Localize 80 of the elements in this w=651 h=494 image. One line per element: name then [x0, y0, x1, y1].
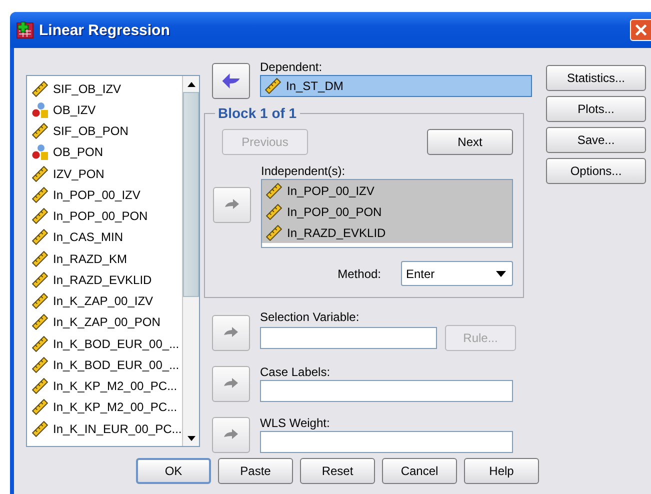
wls-weight-field[interactable]	[260, 431, 513, 453]
dropdown-caret-icon	[496, 270, 506, 276]
variable-name: IZV_PON	[53, 166, 104, 181]
nominal-variable-icon	[32, 102, 48, 118]
variable-name: In_RAZD_EVKLID	[53, 272, 152, 287]
arrow-icon	[223, 326, 239, 340]
variable-name: SIF_OB_PON	[53, 124, 128, 138]
dialog-button[interactable]: Reset	[300, 458, 375, 484]
variable-item[interactable]: In_K_IN_EUR_00_PC...	[27, 418, 182, 440]
move-button[interactable]	[212, 63, 250, 99]
variable-name: In_K_ZAP_00_IZV	[53, 294, 154, 308]
wls-weight-label: WLS Weight:	[260, 416, 331, 431]
variable-item[interactable]: In_K_ZAP_00_PON	[27, 312, 182, 333]
variable-item[interactable]: SIF_OB_IZV	[27, 78, 182, 100]
close-button[interactable]	[630, 19, 651, 41]
variable-item[interactable]: SIF_OB_PON	[27, 120, 182, 142]
app-icon	[16, 21, 34, 39]
variable-name: In_CAS_MIN	[53, 230, 124, 244]
variable-name: In_K_IN_EUR_00_PC...	[53, 422, 182, 436]
block-title: Block 1 of 1	[217, 105, 298, 121]
variable-name: In_K_KP_M2_00_PC...	[53, 379, 178, 394]
variable-name: In_K_KP_M2_00_PC...	[53, 400, 178, 414]
variable-item[interactable]: In_RAZD_EVKLID	[27, 269, 182, 290]
independents-label: Independent(s):	[261, 164, 346, 179]
variable-name: In_K_BOD_EUR_00_...	[53, 358, 180, 372]
nominal-variable-icon	[32, 144, 48, 160]
dialog-button[interactable]: Help	[464, 458, 539, 484]
dialog-button[interactable]: Paste	[218, 458, 293, 484]
case-labels-label: Case Labels:	[260, 365, 332, 380]
variable-name: In_RAZD_EVKLID	[287, 226, 386, 240]
variable-item[interactable]: In_POP_00_PON	[27, 206, 182, 227]
dependent-field[interactable]: In_ST_DM	[260, 75, 532, 97]
variable-name: In_POP_00_PON	[287, 204, 382, 218]
variable-item[interactable]: In_POP_00_PON	[262, 201, 512, 222]
method-label: Method:	[338, 266, 381, 280]
next-button[interactable]: Next	[427, 129, 513, 155]
window-title: Linear Regression	[39, 22, 171, 38]
dialog-button[interactable]: Plots...	[546, 96, 646, 122]
dialog-button[interactable]: Options...	[546, 158, 646, 184]
arrow-icon	[224, 198, 240, 212]
variable-name: In_ST_DM	[286, 79, 344, 93]
variable-item[interactable]: In_K_BOD_EUR_00_...	[27, 333, 182, 354]
selection-variable-field[interactable]	[260, 327, 437, 349]
arrow-icon	[223, 428, 239, 442]
dependent-label: Dependent:	[260, 60, 324, 75]
variable-item[interactable]: In_K_BOD_EUR_00_...	[27, 354, 182, 376]
scroll-down-icon	[186, 436, 196, 440]
close-icon	[635, 24, 647, 36]
variable-name: OB_IZV	[53, 102, 96, 117]
dialog-button[interactable]: Save...	[546, 127, 646, 153]
variable-name: In_K_BOD_EUR_00_...	[53, 336, 180, 351]
arrow-icon	[221, 72, 241, 90]
variable-item[interactable]: In_CAS_MIN	[27, 226, 182, 248]
dialog-button[interactable]: OK	[136, 458, 211, 484]
variable-item[interactable]: In_RAZD_KM	[27, 248, 182, 270]
variable-item[interactable]: In_POP_00_IZV	[27, 184, 182, 206]
variable-item[interactable]: OB_PON	[27, 142, 182, 163]
selection-variable-label: Selection Variable:	[260, 310, 360, 325]
variable-item[interactable]: IZV_PON	[27, 163, 182, 184]
variable-name: OB_PON	[53, 145, 104, 160]
variable-item[interactable]: In_K_KP_M2_00_PC...	[27, 376, 182, 397]
variable-item[interactable]: In_K_ZAP_00_IZV	[27, 290, 182, 312]
variable-item[interactable]: In_RAZD_EVKLID	[262, 222, 512, 243]
variable-name: In_POP_00_IZV	[287, 184, 374, 198]
case-labels-field[interactable]	[260, 380, 513, 402]
method-dropdown[interactable]: Enter	[401, 261, 513, 286]
variable-name: In_POP_00_IZV	[53, 188, 140, 202]
dialog-button[interactable]: Cancel	[382, 458, 457, 484]
arrow-icon	[223, 377, 239, 391]
scroll-up-icon	[186, 82, 196, 86]
variable-item[interactable]: In_K_KP_M2_00_PC...	[27, 396, 182, 418]
variable-item[interactable]: OB_IZV	[27, 99, 182, 120]
dialog-button[interactable]: Statistics...	[546, 65, 646, 91]
scrollbar[interactable]	[182, 76, 199, 446]
variable-name: In_K_ZAP_00_PON	[53, 315, 160, 330]
variable-name: In_POP_00_PON	[53, 209, 148, 224]
variable-name: In_RAZD_KM	[53, 252, 128, 266]
scroll-thumb[interactable]	[183, 92, 199, 297]
variable-name: SIF_OB_IZV	[53, 82, 122, 96]
variable-item[interactable]: In_POP_00_IZV	[262, 180, 512, 201]
